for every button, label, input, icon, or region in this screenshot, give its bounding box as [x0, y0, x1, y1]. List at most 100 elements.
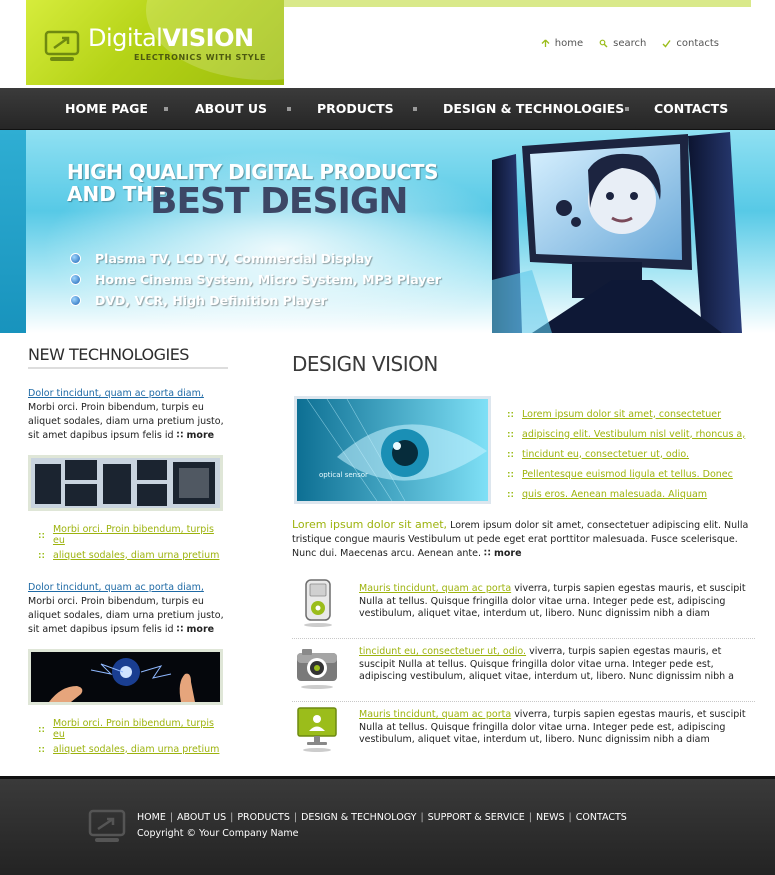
logo-digital: Digital [88, 24, 163, 52]
banner-bullet-text: DVD, VCR, High Definition Player [95, 293, 327, 308]
bullet-icon [38, 725, 45, 733]
product-item-link[interactable]: tincidunt eu, consectetuer ut, odio. [359, 646, 526, 657]
top-link-home-label: home [554, 38, 584, 49]
footer-separator: | [169, 812, 174, 823]
footer-separator: | [293, 812, 298, 823]
logo-name: DigitalVISION [88, 24, 254, 52]
list-item: Morbi orci. Proin bibendum, turpis eu [28, 524, 228, 546]
footer-link-design-technology[interactable]: DESIGN & TECHNOLOGY [301, 812, 416, 823]
mp3-player-icon[interactable] [294, 578, 340, 628]
feature-caption: optical sensor [319, 471, 368, 479]
intro-lead: Lorem ipsum dolor sit amet, [292, 518, 448, 531]
bullet-icon [507, 410, 514, 418]
monitor-icon[interactable] [294, 704, 340, 754]
design-vision-title: DESIGN VISION [292, 352, 438, 376]
energy-hands-image [31, 652, 220, 702]
nav-contacts[interactable]: CONTACTS [654, 88, 728, 130]
banner-headline-big: BEST DESIGN [150, 181, 409, 222]
logo-tagline: ELECTRONICS WITH STYLE [134, 53, 267, 62]
feature-image: optical sensor [294, 396, 491, 504]
new-technologies-title: NEW TECHNOLOGIES [28, 345, 228, 369]
nav-about-us[interactable]: ABOUT US [195, 88, 267, 130]
main-nav: HOME PAGE ABOUT US PRODUCTS DESIGN & TEC… [0, 88, 775, 130]
product-item-link[interactable]: Mauris tincidunt, quam ac porta [359, 583, 511, 594]
right-column: DESIGN VISION optical sensor Lorem ipsum… [292, 352, 755, 752]
nav-separator [287, 107, 291, 111]
list-item: Pellentesque euismod ligula et tellus. D… [507, 464, 745, 484]
feature-link[interactable]: adipiscing elit. Vestibulum nisl velit, … [522, 429, 745, 440]
banner-bullet-text: Plasma TV, LCD TV, Commercial Display [95, 251, 373, 266]
more-link[interactable]: more [177, 430, 214, 441]
footer-link-news[interactable]: NEWS [536, 812, 565, 823]
plasma-tv-image [492, 132, 742, 333]
product-list: Mauris tincidunt, quam ac porta viverra,… [292, 576, 755, 765]
nav-separator [625, 107, 629, 111]
banner-bullet: Home Cinema System, Micro System, MP3 Pl… [70, 269, 441, 290]
header-accent-line [284, 0, 751, 7]
footer-link-support-service[interactable]: SUPPORT & SERVICE [428, 812, 525, 823]
bullet-icon [38, 745, 45, 753]
camera-icon[interactable] [294, 641, 340, 691]
bullet-icon [38, 531, 45, 539]
bullet-icon [507, 470, 514, 478]
monitor-logo-icon [44, 30, 80, 61]
more-link[interactable]: more [177, 624, 214, 635]
list-item: tincidunt eu, consectetuer ut, odio. [507, 444, 745, 464]
eye-sensor-image: optical sensor [297, 399, 488, 501]
left-link[interactable]: Morbi orci. Proin bibendum, turpis eu [53, 718, 228, 740]
news-link[interactable]: Dolor tincidunt, quam ac porta diam, [28, 387, 228, 401]
intro-paragraph: Lorem ipsum dolor sit amet, Lorem ipsum … [292, 518, 755, 561]
product-item: tincidunt eu, consectetuer ut, odio. viv… [292, 639, 755, 702]
hero-banner: HIGH QUALITY DIGITAL PRODUCTS AND THE BE… [0, 130, 775, 333]
product-item-link[interactable]: Mauris tincidunt, quam ac porta [359, 709, 511, 720]
footer-separator: | [528, 812, 532, 823]
more-link[interactable]: more [484, 548, 521, 559]
news-thumbnail-screens [28, 455, 223, 511]
home-icon [541, 39, 550, 47]
nav-home-page[interactable]: HOME PAGE [65, 88, 148, 130]
footer-separator: | [230, 812, 234, 823]
screens-image [31, 458, 220, 508]
footer-nav: HOME | ABOUT US | PRODUCTS | DESIGN & TECHNOLO… [137, 812, 627, 823]
top-link-search[interactable]: search [599, 38, 646, 49]
nav-design-technologies[interactable]: DESIGN & TECHNOLOGIES [443, 88, 624, 130]
search-icon [599, 39, 608, 48]
feature-link[interactable]: tincidunt eu, consectetuer ut, odio. [522, 449, 689, 460]
news-item: Dolor tincidunt, quam ac porta diam, Mor… [28, 387, 228, 443]
banner-headline-line1: HIGH QUALITY DIGITAL PRODUCTS [67, 160, 438, 184]
footer-link-products[interactable]: PRODUCTS [237, 812, 290, 823]
footer-link-contacts[interactable]: CONTACTS [576, 812, 627, 823]
product-item-text: Mauris tincidunt, quam ac porta viverra,… [359, 583, 755, 621]
product-item: Mauris tincidunt, quam ac porta viverra,… [292, 576, 755, 639]
footer-link-home[interactable]: HOME [137, 812, 166, 823]
left-link[interactable]: aliquet sodales, diam urna pretium [53, 744, 219, 755]
left-link[interactable]: Morbi orci. Proin bibendum, turpis eu [53, 524, 228, 546]
bullet-dot-icon [70, 274, 81, 285]
banner-bullet-text: Home Cinema System, Micro System, MP3 Pl… [95, 272, 442, 287]
logo[interactable]: DigitalVISION ELECTRONICS WITH STYLE [26, 0, 284, 85]
list-item: adipiscing elit. Vestibulum nisl velit, … [507, 424, 745, 444]
logo-vision: VISION [162, 24, 254, 52]
banner-bullet: Plasma TV, LCD TV, Commercial Display [70, 248, 441, 269]
product-item: Mauris tincidunt, quam ac porta viverra,… [292, 702, 755, 765]
nav-products[interactable]: PRODUCTS [317, 88, 394, 130]
footer-link-about-us[interactable]: ABOUT US [177, 812, 226, 823]
top-link-home[interactable]: home [541, 38, 583, 49]
left-link[interactable]: aliquet sodales, diam urna pretium [53, 550, 219, 561]
feature-link[interactable]: Lorem ipsum dolor sit amet, consectetuer [522, 409, 721, 420]
product-item-text: tincidunt eu, consectetuer ut, odio. viv… [359, 646, 755, 684]
feature-link[interactable]: Pellentesque euismod ligula et tellus. D… [522, 469, 733, 480]
bullet-icon [507, 430, 514, 438]
top-link-contacts-label: contacts [676, 38, 719, 49]
bullet-icon [38, 551, 45, 559]
nav-separator [164, 107, 168, 111]
list-item: Lorem ipsum dolor sit amet, consectetuer [507, 404, 745, 424]
footer: HOME | ABOUT US | PRODUCTS | DESIGN & TECHNOLO… [0, 776, 775, 875]
bullet-icon [507, 490, 514, 498]
feature-link[interactable]: quis eros. Aenean malesuada. Aliquam [522, 489, 707, 500]
banner-bullet: DVD, VCR, High Definition Player [70, 290, 441, 311]
top-link-contacts[interactable]: contacts [662, 38, 719, 49]
news-item: Dolor tincidunt, quam ac porta diam, Mor… [28, 581, 228, 637]
list-item: quis eros. Aenean malesuada. Aliquam [507, 484, 745, 504]
news-link[interactable]: Dolor tincidunt, quam ac porta diam, [28, 581, 228, 595]
